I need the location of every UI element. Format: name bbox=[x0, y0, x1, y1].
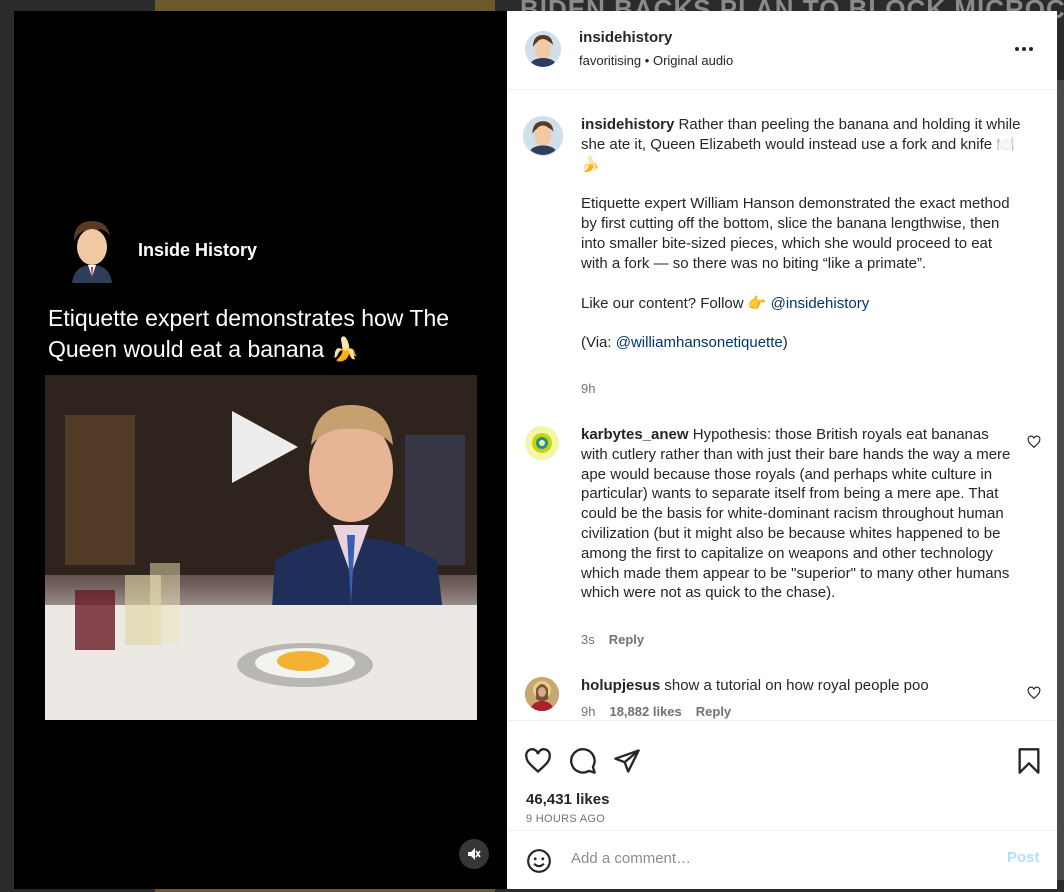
subtitle-separator: • bbox=[644, 53, 650, 68]
author-username[interactable]: insidehistory bbox=[579, 29, 672, 46]
comment-input[interactable] bbox=[569, 849, 973, 868]
commenter-avatar[interactable] bbox=[525, 677, 559, 711]
caption-time: 9h bbox=[581, 381, 596, 396]
caption-meta: 9h bbox=[581, 381, 595, 396]
post-header: insidehistory favoritising • Original au… bbox=[507, 11, 1057, 90]
via-mention-link[interactable]: @williamhansonetiquette bbox=[616, 334, 783, 351]
caption-via-line: (Via: @williamhansonetiquette) bbox=[581, 333, 1021, 353]
post-comment-button[interactable]: Post bbox=[1007, 849, 1040, 866]
follow-mention-link[interactable]: @insidehistory bbox=[771, 295, 870, 312]
comment-bubble-icon[interactable] bbox=[569, 747, 597, 775]
video-frame[interactable] bbox=[45, 375, 477, 720]
like-heart-icon[interactable] bbox=[524, 747, 552, 775]
audio-link[interactable]: Original audio bbox=[653, 53, 733, 68]
caption-follow-line: Like our content? Follow 👉 @insidehistor… bbox=[581, 294, 1021, 314]
comment-body: show a tutorial on how royal people poo bbox=[664, 677, 929, 694]
subtitle-user[interactable]: favoritising bbox=[579, 53, 641, 68]
media-brand: Inside History bbox=[64, 217, 257, 283]
post-modal: Inside History Etiquette expert demonstr… bbox=[14, 11, 1057, 889]
brand-avatar bbox=[64, 217, 120, 283]
more-options-icon[interactable] bbox=[1015, 41, 1039, 57]
post-side-panel: insidehistory favoritising • Original au… bbox=[507, 11, 1057, 889]
media-headline: Etiquette expert demonstrates how The Qu… bbox=[48, 305, 450, 362]
caption-text: insidehistory Rather than peeling the ba… bbox=[581, 115, 1021, 353]
reply-button[interactable]: Reply bbox=[609, 632, 644, 647]
comment-text: karbytes_anew Hypothesis: those British … bbox=[581, 425, 1011, 603]
emoji-icon[interactable] bbox=[526, 848, 552, 874]
comment-time: 9h bbox=[581, 704, 596, 719]
caption-paragraph-2: Etiquette expert William Hanson demonstr… bbox=[581, 195, 1010, 272]
comment-username[interactable]: karbytes_anew bbox=[581, 426, 689, 443]
feed-tile bbox=[155, 0, 495, 11]
via-suffix: ) bbox=[782, 334, 788, 352]
comment-likes[interactable]: 18,882 likes bbox=[609, 704, 681, 719]
like-comment-heart-icon[interactable] bbox=[1027, 686, 1041, 700]
via-prefix: (Via: bbox=[581, 334, 616, 352]
post-actions: 46,431 likes 9 HOURS AGO bbox=[507, 720, 1057, 831]
caption-avatar[interactable] bbox=[523, 116, 563, 156]
post-subtitle: favoritising • Original audio bbox=[579, 53, 733, 68]
commenter-avatar[interactable] bbox=[525, 426, 559, 460]
caption-username[interactable]: insidehistory bbox=[581, 116, 674, 133]
comment-body: Hypothesis: those British royals eat ban… bbox=[581, 426, 1011, 602]
comment-username[interactable]: holupjesus bbox=[581, 677, 660, 694]
speaker-muted-icon[interactable] bbox=[459, 839, 489, 869]
play-icon[interactable] bbox=[232, 411, 298, 483]
add-comment-bar: Post bbox=[507, 830, 1057, 890]
author-avatar[interactable] bbox=[525, 31, 561, 67]
brand-name: Inside History bbox=[138, 239, 258, 260]
comment-meta: 3s Reply bbox=[581, 632, 644, 647]
post-time: 9 HOURS AGO bbox=[526, 813, 606, 825]
post-media[interactable]: Inside History Etiquette expert demonstr… bbox=[14, 11, 507, 889]
follow-text: Like our content? Follow 👉 bbox=[581, 294, 767, 312]
comment-time: 3s bbox=[581, 632, 595, 647]
likes-count[interactable]: 46,431 likes bbox=[526, 791, 609, 808]
share-send-icon[interactable] bbox=[613, 747, 641, 775]
feed-tile bbox=[1057, 80, 1064, 880]
reply-button[interactable]: Reply bbox=[696, 704, 731, 719]
comments-list[interactable]: insidehistory Rather than peeling the ba… bbox=[507, 90, 1057, 720]
comment-meta: 9h 18,882 likes Reply bbox=[581, 704, 731, 719]
comment-text: holupjesus show a tutorial on how royal … bbox=[581, 676, 1011, 696]
like-comment-heart-icon[interactable] bbox=[1027, 435, 1041, 449]
save-bookmark-icon[interactable] bbox=[1015, 747, 1043, 775]
